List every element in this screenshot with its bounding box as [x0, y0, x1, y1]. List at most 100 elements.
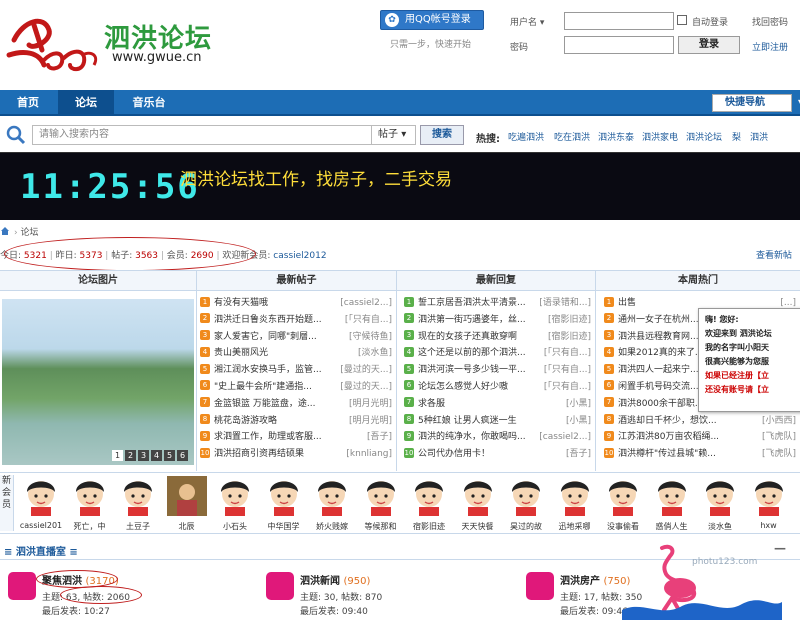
rank-badge: 2	[604, 313, 614, 324]
annotation-circle	[4, 237, 256, 271]
member-item[interactable]: 小石头	[212, 476, 258, 532]
new-members-strip: 新会员 cassiel201 死亡，中 土豆子 北辰 小石头 中华国学 娇火贱嫁 等候那和 宿影…	[0, 472, 800, 534]
search-button[interactable]: 搜索	[420, 125, 464, 145]
member-item[interactable]: 北辰	[164, 476, 210, 532]
rank-badge: 3	[404, 330, 414, 341]
list-item[interactable]: 5 泗洪河滨一号多少钱一平... [「只有自...]	[404, 362, 593, 379]
member-item[interactable]: 宿影旧迹	[406, 476, 452, 532]
slide-tab[interactable]: 3	[138, 450, 149, 461]
breadcrumb-forum[interactable]: 论坛	[20, 228, 38, 238]
slide-tab[interactable]: 5	[164, 450, 175, 461]
slide-tab[interactable]: 6	[177, 450, 188, 461]
list-item[interactable]: 8 酒逃却日千杯少，想饮... [小西西]	[604, 412, 798, 430]
nav-home[interactable]: 首页	[0, 90, 56, 116]
list-item[interactable]: 9 江苏泗洪80万亩农稻绳... [飞虎队]	[604, 429, 798, 447]
member-item[interactable]: 死亡，中	[67, 476, 113, 532]
forum-name[interactable]: 泗洪房产	[560, 576, 600, 587]
member-item[interactable]: hxw	[746, 476, 792, 530]
member-item[interactable]: 没事偷看	[600, 476, 646, 532]
list-item[interactable]: 4 贵山美丽风光 [淡水鱼]	[200, 345, 394, 363]
member-item[interactable]: 惑俏人生	[649, 476, 695, 532]
logo-url[interactable]: www.gwue.cn	[112, 50, 201, 65]
list-item[interactable]: 9 泗洪的纯净水，你敢喝吗... [cassiel2...]	[404, 429, 593, 447]
forum-picture-slideshow[interactable]: 123456	[2, 299, 194, 465]
popup-register-link[interactable]: 如果已经注册【立	[705, 369, 795, 383]
list-item[interactable]: 7 金篮银篮 万能篮盘，途... [明月光明]	[200, 395, 394, 413]
hot-search-link[interactable]: 泗洪东泰	[598, 130, 634, 143]
member-item[interactable]: 中华国学	[261, 476, 307, 532]
login-button[interactable]: 登录	[678, 36, 740, 54]
newest-member-link[interactable]: cassiel2012	[273, 251, 326, 261]
hot-search-link[interactable]: 泗洪家电	[642, 130, 678, 143]
hot-search-link[interactable]: 梨	[732, 130, 741, 143]
list-item[interactable]: 3 现在的女孩子还真敢穿啊 [宿影旧迹]	[404, 328, 593, 346]
logo-calligraphy-icon[interactable]	[4, 10, 102, 80]
member-name: 等候那和	[364, 522, 397, 531]
list-item[interactable]: 3 家人爱害它，同哪"刺層... [守候待鱼]	[200, 328, 394, 346]
rank-badge: 4	[604, 346, 614, 357]
member-item[interactable]: 土豆子	[115, 476, 161, 532]
section-title: ≡ 泗洪直播室 ≡	[4, 547, 78, 558]
list-item[interactable]: 7 求各服 [小黑]	[404, 395, 593, 413]
hot-search-link[interactable]: 吃在泗洪	[554, 130, 590, 143]
search-type-select[interactable]: 帖子 ▾	[372, 125, 416, 145]
quick-nav-button[interactable]: 快捷导航 ▾	[712, 94, 800, 112]
forum-board[interactable]: 泗洪新闻 (950) 主题: 30, 帖数: 870 最后发表: 09:40	[266, 570, 506, 620]
hot-search-link[interactable]: 泗洪	[750, 130, 768, 143]
member-item[interactable]: 娇火贱嫁	[309, 476, 355, 532]
annotation-circle	[60, 586, 142, 604]
home-icon[interactable]	[0, 226, 10, 236]
nav-forum[interactable]: 论坛	[58, 90, 114, 116]
slide-tab[interactable]: 4	[151, 450, 162, 461]
list-item[interactable]: 8 5种红娘 让男人疯迷一生 [小黑]	[404, 412, 593, 430]
member-item[interactable]: 淡水鱼	[697, 476, 743, 532]
list-item[interactable]: 9 求泗置工作，助理或客服... [吾子]	[200, 429, 394, 447]
username-input[interactable]	[564, 12, 674, 30]
led-banner[interactable]: 11:25:56 泗洪论坛找工作，找房子，二手交易	[0, 152, 800, 220]
forgot-password-link[interactable]: 找回密码	[752, 15, 788, 28]
forum-last-post: 最后发表: 09:40	[300, 607, 368, 617]
hot-search-link[interactable]: 吃遍泗洪	[508, 130, 544, 143]
list-item[interactable]: 5 湘江润水安换马手，监管... [曼过的天...]	[200, 362, 394, 379]
search-input[interactable]: 请输入搜索内容	[32, 125, 372, 145]
list-item[interactable]: 1 有没有天猫哦 [cassiel2...]	[200, 295, 394, 312]
auto-login-checkbox[interactable]	[677, 15, 687, 25]
list-item[interactable]: 10 泗洪樽杆"传过县城"赖... [飞虎队]	[604, 446, 798, 463]
default-avatar-icon	[215, 476, 255, 516]
member-item[interactable]: 迅地采哪	[552, 476, 598, 532]
hot-search-link[interactable]: 泗洪论坛	[686, 130, 722, 143]
chevron-down-icon: ▾	[539, 18, 545, 28]
member-item[interactable]: cassiel201	[18, 476, 64, 530]
member-item[interactable]: 昊过的故	[503, 476, 549, 532]
welcome-popup[interactable]: 嗨! 您好: 欢迎来到 泗洪论坛 我的名字叫小阳天 很高兴能够为您服 如果已经注…	[698, 308, 800, 412]
list-item[interactable]: 8 桃花岛游游攻略 [明月光明]	[200, 412, 394, 430]
username-label[interactable]: 用户名 ▾	[510, 15, 544, 28]
list-item[interactable]: 6 论坛怎么感觉人好少嗷 [「只有自...]	[404, 378, 593, 396]
list-item[interactable]: 10 公司代办信用卡！ [吾子]	[404, 446, 593, 463]
member-item[interactable]: 天天快餐	[455, 476, 501, 532]
list-item[interactable]: 10 泗洪招商引资再结硕果 [knnliang]	[200, 446, 394, 463]
rank-badge: 2	[200, 313, 210, 324]
member-name: 中华国学	[267, 522, 300, 531]
slide-tab[interactable]: 1	[112, 450, 123, 461]
default-avatar-icon	[748, 476, 789, 516]
default-avatar-icon	[457, 476, 498, 516]
member-item[interactable]: 等候那和	[358, 476, 404, 532]
list-item[interactable]: 2 泗洪迁日鲁炎东西开始题... [「只有自...]	[200, 311, 394, 329]
password-input[interactable]	[564, 36, 674, 54]
list-item[interactable]: 1 誓工京居吾泗洪太平清景... [语录错和...]	[404, 295, 593, 312]
list-item[interactable]: 6 "史上最牛会所"建通指... [曼过的天...]	[200, 378, 394, 396]
register-link[interactable]: 立即注册	[752, 40, 788, 53]
nav-music[interactable]: 音乐台	[116, 90, 182, 116]
default-avatar-icon	[554, 476, 595, 516]
slideshow-tabs: 123456	[110, 450, 188, 461]
view-new-posts-link[interactable]: 查看新帖	[756, 248, 792, 261]
list-item[interactable]: 4 这个还是以前的那个泗洪... [「只有自...]	[404, 345, 593, 363]
qq-login-button[interactable]: ✿ 用QQ帐号登录	[380, 10, 484, 30]
popup-line: 嗨! 您好:	[705, 315, 739, 324]
list-item[interactable]: 2 泗洪第一街巧遇婆年，丝... [宿影旧迹]	[404, 311, 593, 329]
watermark-text: photu123.com	[692, 557, 757, 567]
popup-signup-link[interactable]: 还没有账号请【立	[705, 383, 795, 397]
forum-name[interactable]: 泗洪新闻	[300, 576, 340, 587]
slide-tab[interactable]: 2	[125, 450, 136, 461]
